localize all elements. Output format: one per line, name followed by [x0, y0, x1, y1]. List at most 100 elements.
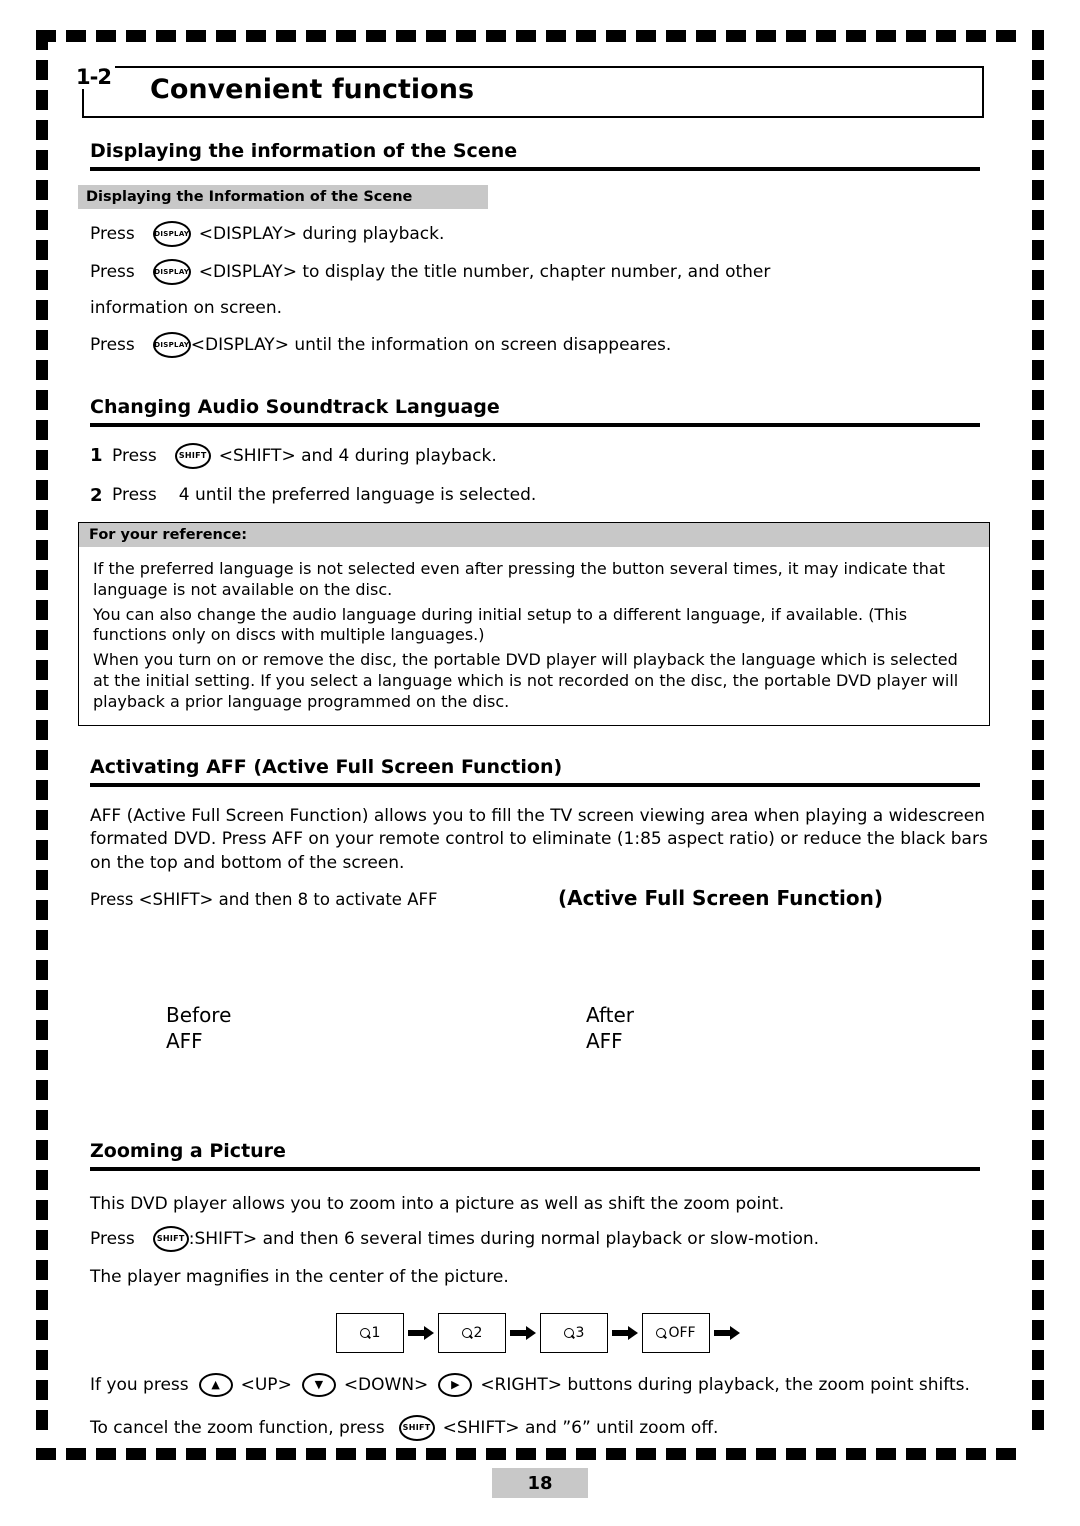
- frame-dash: [36, 1230, 48, 1250]
- frame-dash: [36, 30, 48, 50]
- reference-paragraph: When you turn on or remove the disc, the…: [93, 650, 959, 711]
- frame-dash: [156, 1448, 176, 1460]
- frame-dash: [516, 1448, 536, 1460]
- arrow-right-icon: [710, 1325, 744, 1340]
- down-button-icon[interactable]: ▼: [301, 1372, 336, 1397]
- before-after-row: Before AFF After AFF: [166, 1002, 1020, 1054]
- frame-dash: [1032, 690, 1044, 710]
- frame-dash: [1032, 1410, 1044, 1430]
- before-label: Before: [166, 1002, 232, 1027]
- zoom-level-label: 3: [575, 1324, 585, 1341]
- frame-dash: [36, 420, 48, 440]
- instruction-text: <DISPLAY> during playback.: [198, 224, 445, 244]
- instruction-continuation: information on screen.: [90, 298, 283, 318]
- press-label: Press: [90, 334, 135, 355]
- page-number: 18: [492, 1468, 588, 1498]
- frame-dash: [1032, 840, 1044, 860]
- frame-dash: [216, 30, 236, 42]
- frame-dash: [276, 1448, 296, 1460]
- after-column: After AFF: [586, 1002, 1006, 1054]
- frame-dash: [1032, 240, 1044, 260]
- frame-dash: [546, 30, 566, 42]
- frame-dash: [1032, 1380, 1044, 1400]
- frame-dash: [636, 1448, 656, 1460]
- frame-dash: [1032, 1200, 1044, 1220]
- frame-dash: [1032, 1110, 1044, 1130]
- frame-dash: [1032, 30, 1044, 50]
- display-button-icon[interactable]: DISPLAY: [152, 331, 191, 358]
- frame-dash: [1032, 270, 1044, 290]
- section-heading-zoom: Zooming a Picture: [90, 1140, 980, 1171]
- section-heading-audio: Changing Audio Soundtrack Language: [90, 396, 980, 427]
- frame-dash: [36, 480, 48, 500]
- frame-dash: [1032, 450, 1044, 470]
- reference-paragraph: If the preferred language is not selecte…: [93, 558, 945, 599]
- right-button-icon[interactable]: ▶: [438, 1372, 473, 1397]
- frame-dash: [1032, 810, 1044, 830]
- frame-dash: [426, 30, 446, 42]
- frame-dash: [666, 30, 686, 42]
- frame-dash: [276, 30, 296, 42]
- page-title: Convenient functions: [150, 74, 475, 105]
- frame-dash: [36, 1290, 48, 1310]
- step-1: 1 Press SHIFT <SHIFT> and 4 during playb…: [90, 442, 1020, 469]
- after-label: After: [586, 1002, 635, 1027]
- frame-dash: [726, 1448, 746, 1460]
- step-number: 1: [90, 445, 103, 467]
- frame-dash: [846, 30, 866, 42]
- frame-dash: [36, 150, 48, 170]
- frame-dash: [36, 90, 48, 110]
- frame-dash: [36, 810, 48, 830]
- zoom-magnify-text: The player magnifies in the center of th…: [90, 1266, 509, 1287]
- up-button-icon[interactable]: ▲: [198, 1372, 233, 1397]
- zoom-cancel-suffix: <SHIFT> and ”6” until zoom off.: [442, 1417, 719, 1438]
- frame-dash: [696, 30, 716, 42]
- frame-dash: [666, 1448, 686, 1460]
- press-label: Press: [90, 1228, 135, 1249]
- frame-dash: [66, 1448, 86, 1460]
- frame-dash: [636, 30, 656, 42]
- magnifier-icon: [563, 1327, 574, 1338]
- frame-dash: [36, 1448, 56, 1460]
- frame-dash: [36, 1170, 48, 1190]
- zoom-press-text: :SHIFT> and then 6 several times during …: [188, 1228, 820, 1249]
- frame-dash: [366, 1448, 386, 1460]
- instruction-line-1: Press DISPLAY <DISPLAY> during playback.: [90, 221, 1020, 247]
- shift-button-icon[interactable]: SHIFT: [174, 442, 211, 469]
- after-sub-label: AFF: [586, 1028, 623, 1053]
- zoom-press-row: Press SHIFT :SHIFT> and then 6 several t…: [90, 1225, 1020, 1252]
- before-column: Before AFF: [166, 1002, 586, 1054]
- frame-dash: [36, 570, 48, 590]
- frame-dash: [336, 1448, 356, 1460]
- frame-dash: [1032, 630, 1044, 650]
- shift-button-icon[interactable]: SHIFT: [152, 1225, 189, 1252]
- frame-dash: [36, 210, 48, 230]
- frame-dash: [696, 1448, 716, 1460]
- frame-dash: [1032, 1320, 1044, 1340]
- zoom-shift-prefix: If you press: [90, 1374, 189, 1395]
- display-button-icon[interactable]: DISPLAY: [152, 259, 191, 285]
- frame-dash: [36, 510, 48, 530]
- frame-dash: [1032, 540, 1044, 560]
- reference-box-body: If the preferred language is not selecte…: [79, 547, 989, 725]
- frame-dash: [936, 30, 956, 42]
- frame-dash: [96, 1448, 116, 1460]
- zoom-intro-text: This DVD player allows you to zoom into …: [90, 1193, 785, 1214]
- frame-dash: [36, 540, 48, 560]
- aff-press-line: Press <SHIFT> and then 8 to activate AFF: [90, 889, 438, 909]
- before-sub-label: AFF: [166, 1028, 203, 1053]
- shift-button-icon[interactable]: SHIFT: [398, 1414, 435, 1441]
- zoom-off-box: OFF: [642, 1312, 710, 1353]
- frame-dash: [36, 630, 48, 650]
- frame-dash: [426, 1448, 446, 1460]
- up-label: <UP>: [240, 1374, 292, 1395]
- frame-dash: [1032, 870, 1044, 890]
- display-button-icon[interactable]: DISPLAY: [152, 221, 191, 247]
- frame-dash: [546, 1448, 566, 1460]
- frame-dash: [336, 30, 356, 42]
- frame-dash: [36, 870, 48, 890]
- frame-dash: [246, 30, 266, 42]
- step-text: 4 until the preferred language is select…: [178, 485, 537, 506]
- frame-dash: [36, 720, 48, 740]
- frame-dash: [36, 180, 48, 200]
